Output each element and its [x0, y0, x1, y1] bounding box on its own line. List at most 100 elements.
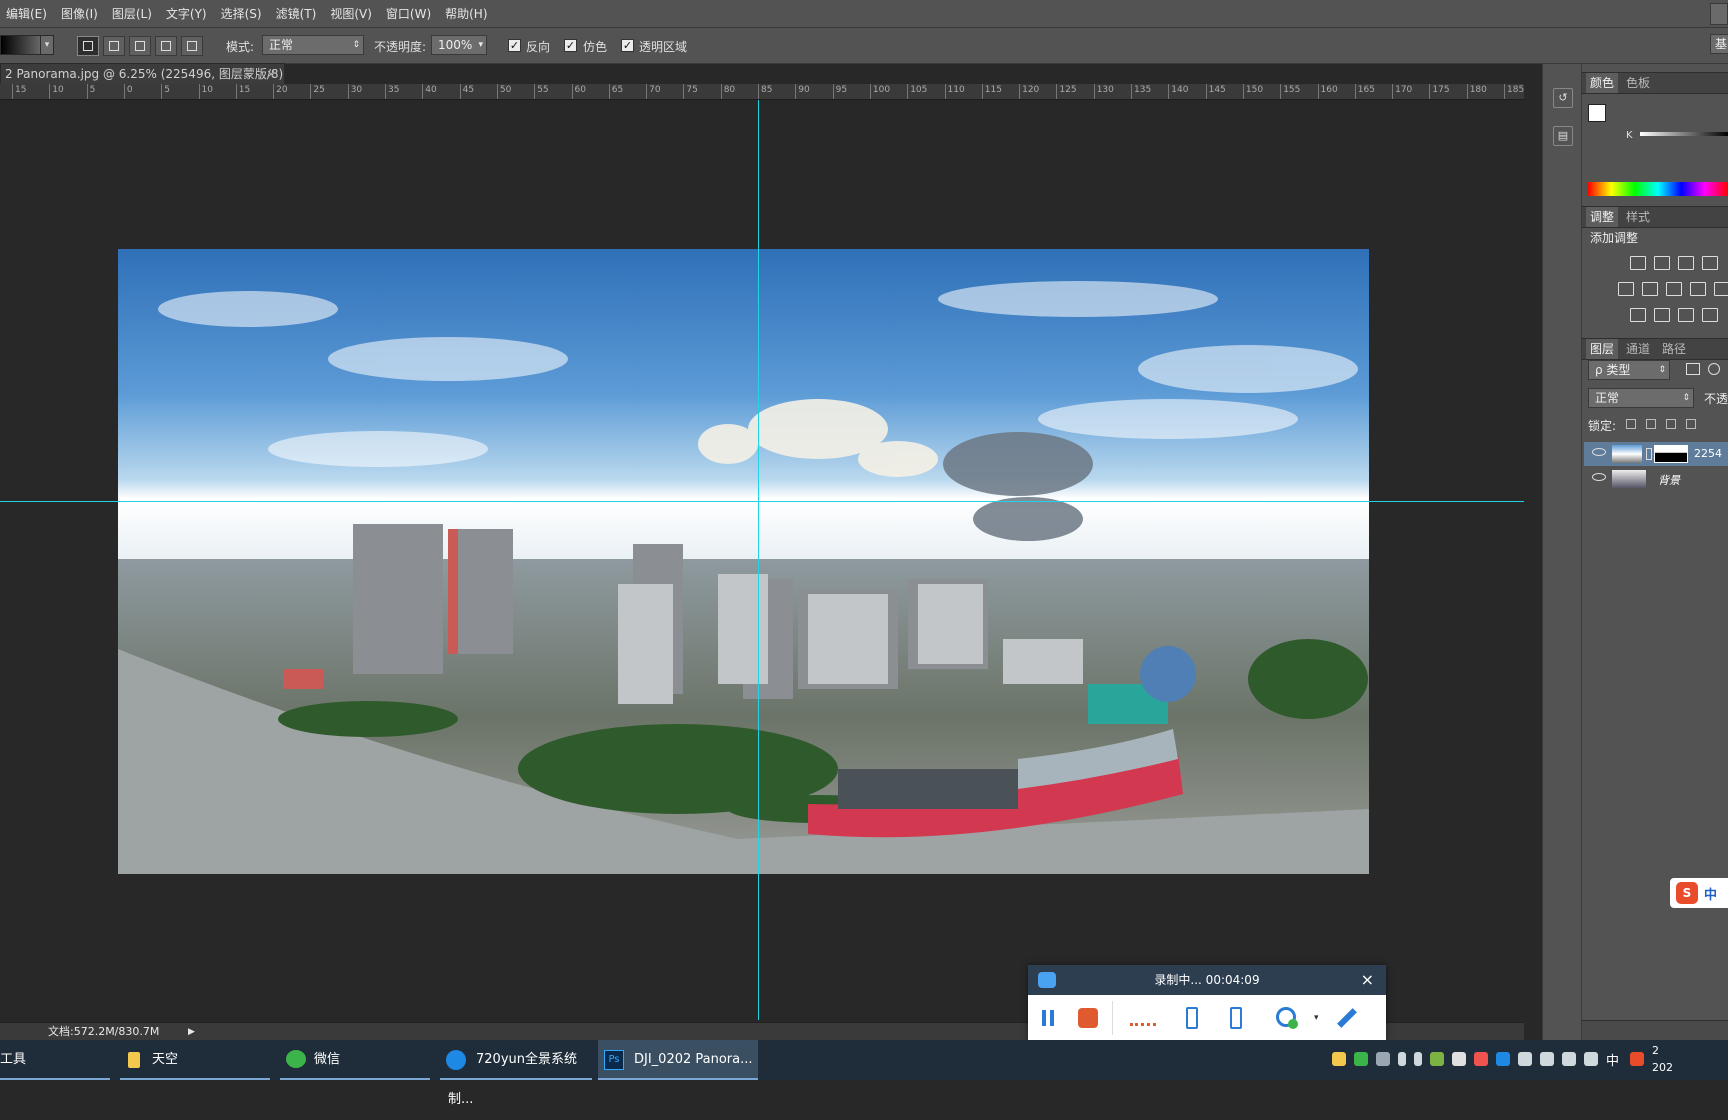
layer-row-background[interactable]: 背景: [1584, 467, 1728, 491]
properties-icon[interactable]: ▤: [1553, 126, 1573, 146]
shield-icon[interactable]: [1452, 1052, 1466, 1066]
pause-button[interactable]: [1040, 1005, 1056, 1031]
volume-icon[interactable]: [1562, 1052, 1576, 1066]
brightness-icon[interactable]: [1630, 256, 1646, 270]
foreground-color-swatch[interactable]: [1588, 104, 1606, 122]
tab-adjustments[interactable]: 调整: [1586, 207, 1619, 227]
tray-shield-red-icon[interactable]: [1474, 1052, 1488, 1066]
tab-paths[interactable]: 路径: [1658, 339, 1690, 359]
mode-select[interactable]: 正常 ⇕: [262, 35, 364, 55]
adjustment-filter-icon[interactable]: [1708, 363, 1720, 375]
nvidia-icon[interactable]: [1430, 1052, 1444, 1066]
reflected-gradient-button[interactable]: [155, 36, 177, 56]
close-icon[interactable]: ×: [266, 64, 276, 84]
curves-icon[interactable]: [1678, 256, 1694, 270]
taskbar-item-photoshop[interactable]: Ps DJI_0202 Panora...: [598, 1040, 758, 1080]
lock-pixels-icon[interactable]: [1646, 419, 1656, 429]
dotted-line-icon[interactable]: [1130, 1005, 1156, 1031]
diamond-gradient-button[interactable]: [181, 36, 203, 56]
taskbar-item-720yun[interactable]: 720yun全景系统制...: [440, 1040, 592, 1107]
pen-tool-icon[interactable]: [1182, 1005, 1204, 1031]
menu-help[interactable]: 帮助(H): [445, 5, 487, 22]
menu-filter[interactable]: 滤镜(T): [276, 5, 317, 22]
reverse-checkbox[interactable]: ✓: [508, 39, 521, 52]
levels-icon[interactable]: [1654, 256, 1670, 270]
usb-icon[interactable]: [1414, 1052, 1422, 1066]
layer-kind-filter[interactable]: ρ 类型 ⇕: [1588, 360, 1670, 380]
menu-window[interactable]: 窗口(W): [386, 5, 431, 22]
opacity-input[interactable]: 100% ▾: [431, 35, 487, 55]
taskbar-item-sky[interactable]: 天空: [120, 1040, 270, 1080]
workspace-switcher[interactable]: 基: [1710, 34, 1728, 54]
panorama-image[interactable]: [118, 249, 1369, 874]
blend-mode-select[interactable]: 正常 ⇕: [1588, 388, 1694, 408]
window-control[interactable]: [1710, 3, 1728, 25]
radial-gradient-button[interactable]: [103, 36, 125, 56]
ime-floating-toolbar[interactable]: S 中: [1670, 878, 1728, 908]
menu-view[interactable]: 视图(V): [330, 5, 372, 22]
horizontal-guide[interactable]: [0, 501, 1524, 502]
pen-tool-alt-icon[interactable]: [1226, 1005, 1248, 1031]
tray-icon[interactable]: [1332, 1052, 1346, 1066]
black-white-icon[interactable]: [1666, 282, 1682, 296]
visibility-eye-icon[interactable]: [1592, 473, 1606, 481]
posterize-icon[interactable]: [1654, 308, 1670, 322]
taskbar-item-tools[interactable]: 工具: [0, 1040, 110, 1080]
tab-layers[interactable]: 图层: [1586, 339, 1619, 359]
chevron-down-icon[interactable]: ▾: [1314, 1013, 1319, 1023]
tray-wechat-icon[interactable]: [1354, 1052, 1368, 1066]
menu-image[interactable]: 图像(I): [61, 5, 98, 22]
layer-row-mask[interactable]: 2254: [1584, 442, 1728, 466]
lock-position-icon[interactable]: [1666, 419, 1676, 429]
tray-sogou-browser-icon[interactable]: [1496, 1052, 1510, 1066]
threshold-icon[interactable]: [1678, 308, 1694, 322]
tab-color[interactable]: 颜色: [1586, 73, 1619, 93]
linear-gradient-button[interactable]: [77, 36, 99, 56]
stop-button[interactable]: [1078, 1005, 1100, 1031]
exposure-icon[interactable]: [1702, 256, 1718, 270]
clock[interactable]: 2 202: [1652, 1042, 1673, 1076]
wechat-icon: [286, 1050, 306, 1068]
tray-display-icon[interactable]: [1584, 1052, 1598, 1066]
k-slider[interactable]: [1640, 132, 1728, 136]
ime-indicator[interactable]: 中: [1606, 1050, 1619, 1069]
battery-icon[interactable]: [1518, 1052, 1532, 1066]
vertical-guide[interactable]: [758, 100, 759, 1020]
play-icon[interactable]: ▶: [188, 1023, 195, 1041]
tray-sogou-ime-icon[interactable]: [1630, 1052, 1644, 1066]
photo-filter-icon[interactable]: [1690, 282, 1706, 296]
pencil-icon[interactable]: [1332, 1005, 1358, 1031]
link-icon[interactable]: [1646, 448, 1652, 460]
history-icon[interactable]: ↺: [1553, 88, 1573, 108]
color-spectrum[interactable]: [1588, 182, 1728, 196]
image-filter-icon[interactable]: [1686, 363, 1700, 375]
transparency-checkbox[interactable]: ✓: [621, 39, 634, 52]
network-icon[interactable]: [1540, 1052, 1554, 1066]
layer-mask-thumbnail[interactable]: [1654, 445, 1688, 463]
color-balance-icon[interactable]: [1642, 282, 1658, 296]
microphone-icon[interactable]: [1398, 1052, 1406, 1066]
tab-channels[interactable]: 通道: [1622, 339, 1654, 359]
gradient-map-icon[interactable]: [1702, 308, 1718, 322]
close-icon[interactable]: ×: [1361, 965, 1374, 995]
angle-gradient-button[interactable]: [129, 36, 151, 56]
invert-icon[interactable]: [1630, 308, 1646, 322]
visibility-eye-icon[interactable]: [1592, 448, 1606, 456]
vibrance-icon[interactable]: [1618, 282, 1634, 296]
chevron-down-icon[interactable]: ▾: [40, 35, 54, 55]
lock-all-icon[interactable]: [1686, 419, 1696, 429]
taskbar-item-wechat[interactable]: 微信: [280, 1040, 430, 1080]
horizontal-ruler[interactable]: 15 10 5 0 5 10 15 20 25 30 35 40 45 50 55 60 65 70 75 80 85 9…: [0, 84, 1524, 100]
menu-edit[interactable]: 编辑(E): [6, 5, 47, 22]
menu-layer[interactable]: 图层(L): [112, 5, 152, 22]
tab-styles[interactable]: 样式: [1622, 207, 1654, 227]
document-tab[interactable]: 2 Panorama.jpg @ 6.25% (225496, 图层蒙版/8) …: [0, 63, 285, 101]
menu-select[interactable]: 选择(S): [221, 5, 262, 22]
lock-transparent-icon[interactable]: [1626, 419, 1636, 429]
channel-mixer-icon[interactable]: [1714, 282, 1728, 296]
menu-type[interactable]: 文字(Y): [166, 5, 207, 22]
tab-swatches[interactable]: 色板: [1622, 73, 1654, 93]
webcam-add-icon[interactable]: [1274, 1005, 1300, 1031]
tray-app-icon[interactable]: [1376, 1052, 1390, 1066]
dither-checkbox[interactable]: ✓: [564, 39, 577, 52]
